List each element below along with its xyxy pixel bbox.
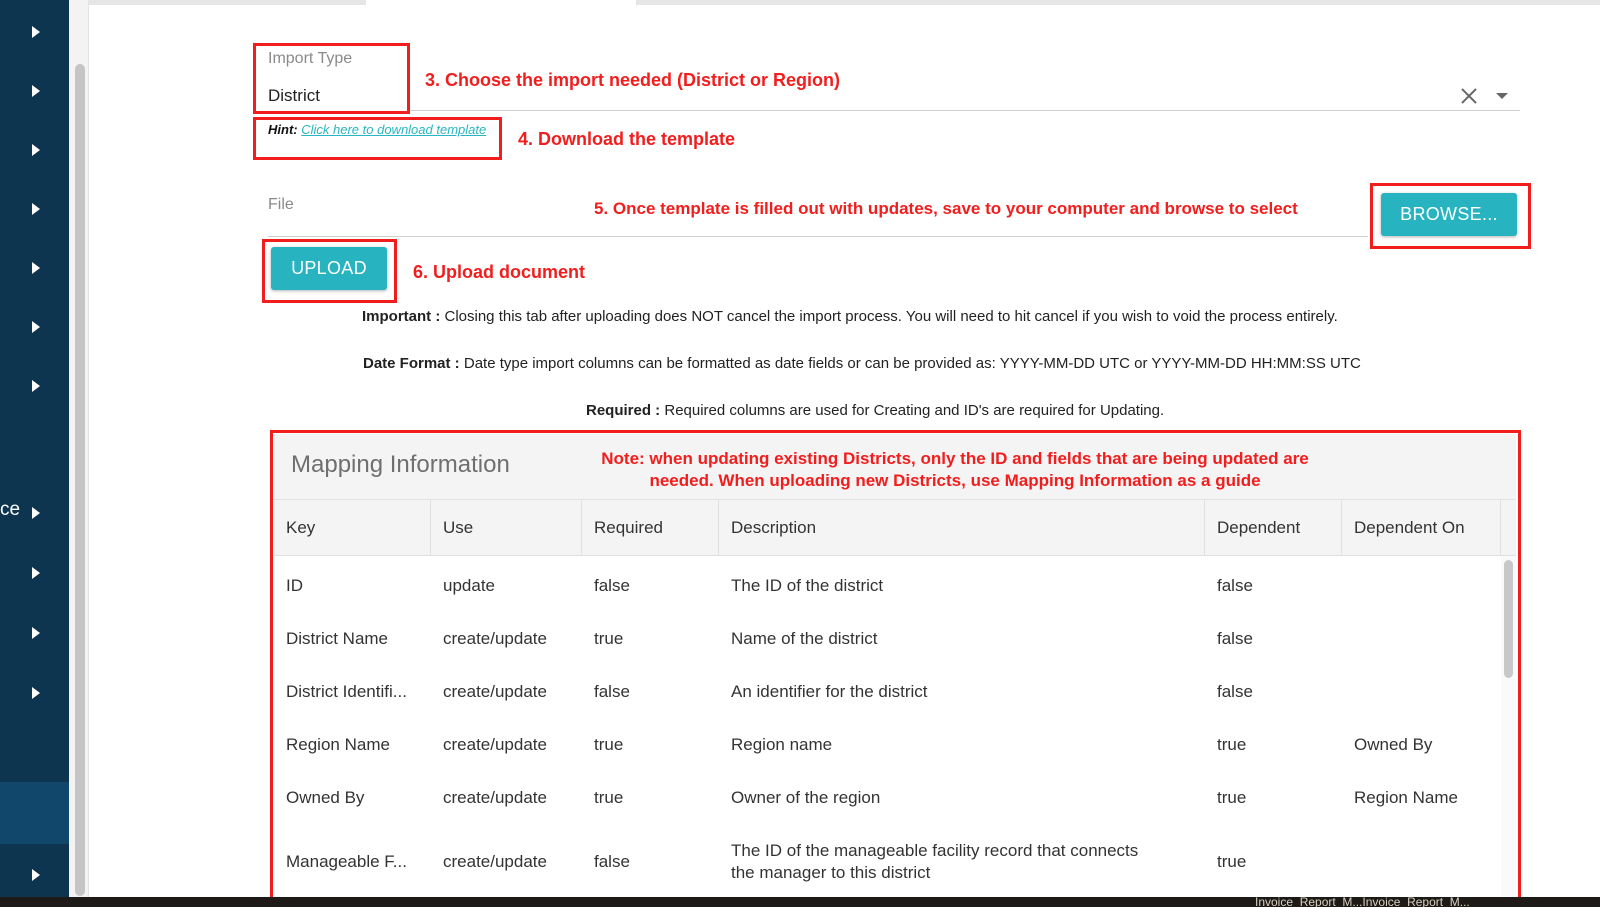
required-text: Required columns are used for Creating a… — [660, 402, 1165, 419]
download-template-link[interactable]: Click here to download template — [301, 122, 486, 137]
hint: Hint: Click here to download template — [268, 122, 486, 137]
date-format-note: Date Format : Date type import columns c… — [363, 355, 1361, 372]
clear-icon[interactable] — [1458, 85, 1480, 107]
required-note: Required : Required columns are used for… — [586, 402, 1164, 419]
hint-label: Hint: — [268, 122, 298, 137]
chevron-right-icon — [31, 203, 40, 215]
sidebar-item-8[interactable] — [0, 493, 69, 533]
annotation-step3: 3. Choose the import needed (District or… — [425, 70, 841, 90]
page-scrollbar-thumb[interactable] — [75, 64, 85, 896]
chevron-right-icon — [31, 85, 40, 97]
sidebar-item-12[interactable] — [0, 855, 69, 895]
chevron-right-icon — [31, 26, 40, 38]
chevron-right-icon — [31, 567, 40, 579]
annotation-step5: 5. Once template is filled out with upda… — [594, 199, 1298, 218]
chevron-right-icon — [31, 687, 40, 699]
sidebar-item-7[interactable] — [0, 366, 69, 406]
chevron-right-icon — [31, 321, 40, 333]
import-type-underline — [410, 110, 1520, 111]
import-type-select[interactable]: District — [268, 86, 320, 106]
sidebar-item-1[interactable] — [0, 12, 69, 52]
file-underline — [268, 236, 1368, 237]
chevron-right-icon — [31, 869, 40, 881]
import-type-label: Import Type — [268, 50, 353, 67]
chevron-right-icon — [31, 507, 40, 519]
annotation-step6: 6. Upload document — [413, 262, 586, 282]
chevron-right-icon — [31, 627, 40, 639]
annotation-box-mapping — [270, 430, 1521, 900]
chevron-right-icon — [31, 144, 40, 156]
date-format-label: Date Format : — [363, 355, 460, 372]
sidebar-item-4[interactable] — [0, 189, 69, 229]
chevron-down-icon[interactable] — [1496, 93, 1508, 99]
annotation-step4: 4. Download the template — [518, 129, 736, 149]
chevron-right-icon — [31, 380, 40, 392]
taskbar-partial-text: Invoice_Report_M...Invoice_Report_M... — [1255, 897, 1470, 907]
sidebar-item-6[interactable] — [0, 307, 69, 347]
file-label: File — [268, 196, 294, 213]
sidebar-item-9[interactable] — [0, 553, 69, 593]
app-root: ce Import Type District 3. Choose the im… — [0, 0, 1600, 907]
sidebar: ce — [0, 0, 69, 907]
date-format-text: Date type import columns can be formatte… — [459, 355, 1361, 372]
annotation-note-line1: Note: when updating existing Districts, … — [601, 449, 1309, 468]
chevron-right-icon — [31, 262, 40, 274]
required-label: Required : — [586, 402, 661, 419]
browse-button[interactable]: BROWSE... — [1381, 193, 1517, 236]
sidebar-item-2[interactable] — [0, 71, 69, 111]
taskbar: Invoice_Report_M...Invoice_Report_M... — [0, 897, 1600, 907]
top-tab-strip — [89, 0, 1600, 5]
sidebar-item-11[interactable] — [0, 673, 69, 713]
sidebar-item-5[interactable] — [0, 248, 69, 288]
top-tab[interactable] — [365, 0, 637, 5]
annotation-note-line2: needed. When uploading new Districts, us… — [649, 471, 1261, 490]
sidebar-item-10[interactable] — [0, 613, 69, 653]
important-note: Important : Closing this tab after uploa… — [362, 308, 1338, 325]
important-label: Important : — [362, 308, 441, 325]
sidebar-item-3[interactable] — [0, 130, 69, 170]
important-text: Closing this tab after uploading does NO… — [440, 308, 1338, 325]
upload-button[interactable]: UPLOAD — [271, 247, 387, 290]
sidebar-item-active[interactable] — [0, 782, 69, 844]
